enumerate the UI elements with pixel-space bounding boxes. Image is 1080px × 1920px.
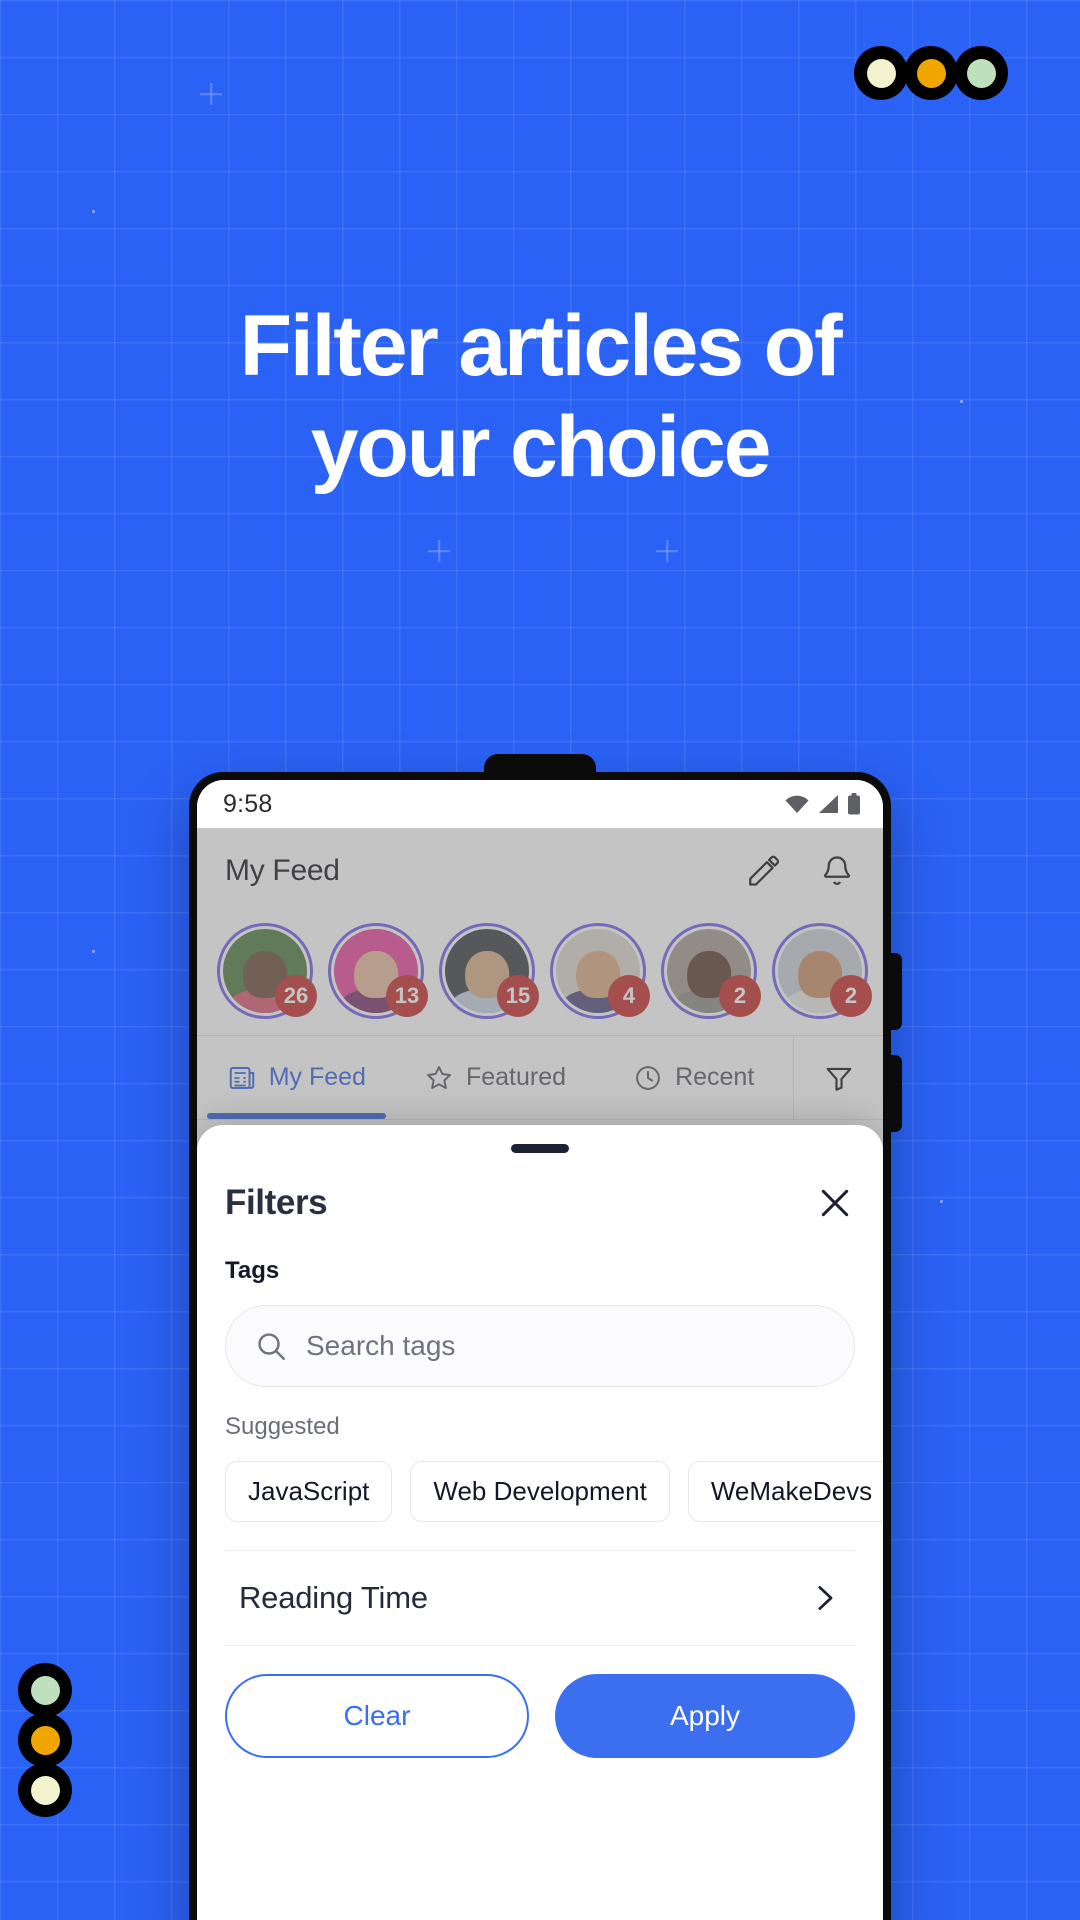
pencil-icon[interactable] <box>745 853 781 889</box>
search-icon <box>258 1333 285 1360</box>
chevron-right-icon <box>818 1586 833 1610</box>
headline-line-2: your choice <box>310 399 772 496</box>
reading-time-row[interactable]: Reading Time <box>225 1550 855 1646</box>
story-item[interactable]: 13 <box>328 923 428 1019</box>
volume-button[interactable] <box>889 953 902 1030</box>
status-bar: 9:58 <box>197 780 883 828</box>
reading-time-label: Reading Time <box>239 1580 428 1615</box>
story-item[interactable]: 4 <box>550 923 650 1019</box>
feed-tabs[interactable]: My Feed Featured Recent <box>197 1036 883 1120</box>
story-item[interactable]: 15 <box>439 923 539 1019</box>
grid-dot <box>940 1200 943 1203</box>
stories-row[interactable]: 26 13 15 4 2 2 <box>197 913 883 1036</box>
tab-label: My Feed <box>268 1063 366 1091</box>
decor-dot-cream <box>854 46 908 100</box>
suggested-label: Suggested <box>225 1413 340 1440</box>
sheet-actions: Clear Apply <box>225 1674 855 1758</box>
tab-recent[interactable]: Recent <box>594 1036 793 1119</box>
funnel-icon <box>826 1067 851 1091</box>
grid-dot <box>92 210 95 213</box>
apply-button[interactable]: Apply <box>555 1674 855 1758</box>
grid-crosshair <box>200 83 222 105</box>
decor-dot-amber <box>904 46 958 100</box>
story-badge: 26 <box>275 975 317 1017</box>
grid-dot <box>92 950 95 953</box>
search-placeholder: Search tags <box>306 1330 456 1361</box>
decor-dot-green <box>954 46 1008 100</box>
header-actions <box>745 853 855 889</box>
filter-button[interactable] <box>793 1036 883 1119</box>
app-title: My Feed <box>225 853 340 887</box>
tab-label: Featured <box>465 1063 567 1091</box>
app-header: My Feed <box>197 828 883 913</box>
drag-handle[interactable] <box>511 1144 569 1153</box>
tag-chip[interactable]: JavaScript <box>225 1461 393 1522</box>
status-time: 9:58 <box>223 789 273 818</box>
story-item[interactable]: 26 <box>217 923 317 1019</box>
search-input[interactable]: Search tags <box>225 1305 855 1387</box>
star-icon <box>426 1065 451 1089</box>
page-title: Filter articles of your choice <box>0 296 1080 499</box>
tag-chip[interactable]: Web Development <box>410 1461 670 1522</box>
story-badge: 2 <box>719 975 761 1017</box>
headline-line-1: Filter articles of <box>239 298 843 394</box>
bell-icon[interactable] <box>819 853 855 889</box>
sheet-title: Filters <box>225 1183 328 1222</box>
clear-button[interactable]: Clear <box>225 1674 529 1758</box>
decor-dot-green <box>18 1663 72 1717</box>
filters-bottom-sheet: Filters Tags Search tags Suggested JavaS… <box>197 1125 883 1920</box>
decor-dot-amber <box>18 1713 72 1767</box>
wifi-icon <box>785 795 809 813</box>
tags-section-label: Tags <box>225 1257 280 1284</box>
sheet-header: Filters <box>225 1183 855 1223</box>
suggested-tag-chips: JavaScript Web Development WeMakeDevs <box>225 1461 883 1522</box>
newspaper-icon <box>229 1066 254 1089</box>
phone-screen: 9:58 My Feed 26 13 15 4 2 2 My Feed Feat… <box>197 780 883 1920</box>
battery-icon <box>848 793 860 815</box>
close-icon[interactable] <box>815 1183 855 1223</box>
story-badge: 4 <box>608 975 650 1017</box>
story-badge: 2 <box>830 975 872 1017</box>
grid-crosshair <box>428 540 450 562</box>
signal-icon <box>819 795 838 813</box>
clock-icon <box>636 1065 660 1090</box>
tag-chip[interactable]: WeMakeDevs <box>687 1461 883 1522</box>
story-item[interactable]: 2 <box>772 923 872 1019</box>
story-badge: 13 <box>386 975 428 1017</box>
story-badge: 15 <box>497 975 539 1017</box>
decor-dots-left <box>18 1663 72 1817</box>
tab-my-feed[interactable]: My Feed <box>197 1036 396 1119</box>
story-item[interactable]: 2 <box>661 923 761 1019</box>
status-icons <box>784 793 861 815</box>
power-button[interactable] <box>889 1055 902 1132</box>
decor-dot-cream <box>18 1763 72 1817</box>
grid-crosshair <box>656 540 678 562</box>
tab-label: Recent <box>675 1063 755 1091</box>
tab-featured[interactable]: Featured <box>396 1036 595 1119</box>
phone-mockup: 9:58 My Feed 26 13 15 4 2 2 My Feed Feat… <box>189 754 902 1920</box>
decor-dots-top <box>854 46 1008 100</box>
